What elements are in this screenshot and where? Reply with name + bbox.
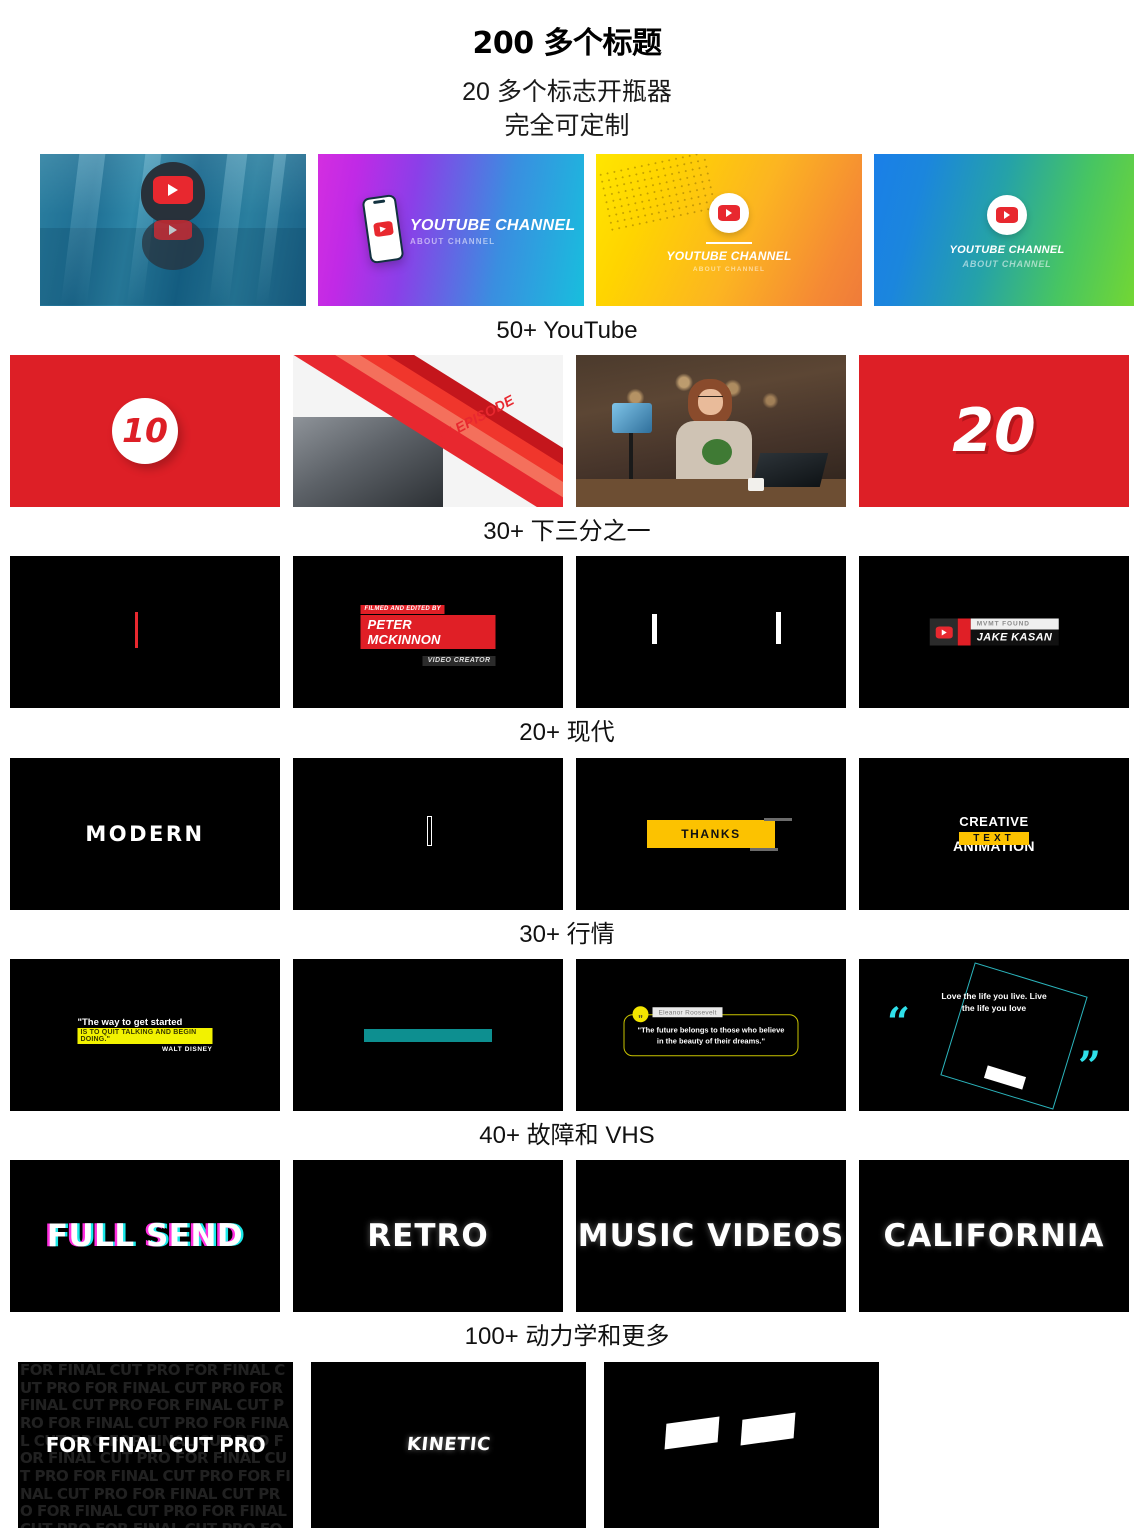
white-bar-left xyxy=(652,614,657,645)
glitch-vhs-row: FULL SEND RETRO MUSIC VIDEOS CALIFORNIA xyxy=(0,1160,1134,1313)
coffee-cup xyxy=(748,477,764,491)
rotated-frame xyxy=(940,962,1088,1110)
thumb-teal-bar[interactable] xyxy=(293,959,563,1112)
section-heading-lower-thirds: 30+ 下三分之一 xyxy=(483,517,651,545)
logo-openers-row: YOUTUBE CHANNEL ABOUT CHANNEL YOUTUBE CH… xyxy=(0,153,1134,306)
thumb-badge-channel-yellow[interactable]: YOUTUBE CHANNEL ABOUT CHANNEL xyxy=(596,153,862,306)
thin-bar xyxy=(427,815,432,846)
promo-page: 200 多个标题 20 多个标志开瓶器 完全可定制 YOUTUBE CHANNE… xyxy=(0,0,1134,1528)
salad-bowl xyxy=(702,438,732,465)
quote-text: "The future belongs to those who believe… xyxy=(637,1025,785,1046)
lt-role: MVMT FOUND xyxy=(970,618,1059,630)
quote-mark-icon: „ xyxy=(632,1006,649,1023)
close-quote-icon: ” xyxy=(1077,1043,1101,1091)
kinetic-label: KINETIC xyxy=(405,1434,492,1456)
thumb-parallelograms[interactable] xyxy=(604,1361,879,1528)
page-subtitle-line-2: 完全可定制 xyxy=(504,111,630,140)
thumb-peter-mckinnon-lt[interactable]: FILMED AND EDITED BY PETER MCKINNON VIDE… xyxy=(293,556,563,709)
white-bar-right xyxy=(776,612,781,645)
lt-role: VIDEO CREATOR xyxy=(422,655,496,666)
thumb-phone-channel[interactable]: YOUTUBE CHANNEL ABOUT CHANNEL xyxy=(318,153,584,306)
thumb-music-videos-vhs[interactable]: MUSIC VIDEOS xyxy=(576,1160,846,1313)
thumb-thanks-bar[interactable]: THANKS xyxy=(576,757,846,910)
thumb-eleanor-roosevelt-quote[interactable]: „ Eleanor Roosevelt "The future belongs … xyxy=(576,959,846,1112)
lower-thirds-row: FILMED AND EDITED BY PETER MCKINNON VIDE… xyxy=(0,556,1134,709)
count-badge: 10 xyxy=(112,397,178,464)
thumb-thin-bar[interactable] xyxy=(293,757,563,910)
glitch-label: FULL SEND xyxy=(46,1218,244,1255)
lt-eyebrow: FILMED AND EDITED BY xyxy=(360,604,445,614)
channel-subtitle: ABOUT CHANNEL xyxy=(962,258,1052,269)
vlogger-glasses xyxy=(698,395,723,401)
thumb-modern-word[interactable]: MODERN xyxy=(10,757,280,910)
quote-text: Love the life you live. Live the life yo… xyxy=(941,991,1047,1013)
vhs-label: MUSIC VIDEOS xyxy=(577,1218,845,1255)
thumb-love-the-life-quote[interactable]: Love the life you live. Live the life yo… xyxy=(859,959,1129,1112)
youtube-play-icon xyxy=(372,220,394,237)
youtube-row: 10 XT EPISODE 20 xyxy=(0,354,1134,507)
thumb-next-episode[interactable]: XT EPISODE xyxy=(293,354,563,507)
channel-subtitle: ABOUT CHANNEL xyxy=(410,236,496,246)
red-line xyxy=(135,612,138,649)
lt-name: JAKE KASAN xyxy=(970,629,1059,646)
thumb-vlogger-cafe[interactable] xyxy=(576,354,846,507)
open-quote-icon: “ xyxy=(887,999,911,1047)
channel-title: YOUTUBE CHANNEL xyxy=(666,248,792,263)
thumb-red-line-lt[interactable] xyxy=(10,556,280,709)
vhs-label: CALIFORNIA xyxy=(883,1218,1105,1255)
teal-bar xyxy=(364,1028,492,1042)
quote-author: WALT DISNEY xyxy=(161,1046,213,1054)
vlogger-face xyxy=(698,388,723,415)
thumb-california-vhs[interactable]: CALIFORNIA xyxy=(859,1160,1129,1313)
youtube-badge-icon xyxy=(709,192,749,233)
count-number: 20 xyxy=(952,395,1036,466)
page-subtitle-line-1: 20 多个标志开瓶器 xyxy=(462,78,672,106)
thumb-count-10[interactable]: 10 xyxy=(10,354,280,507)
camera-screen xyxy=(612,402,652,433)
channel-subtitle: ABOUT CHANNEL xyxy=(692,265,766,273)
quotes-row: "The way to get started IS TO QUIT TALKI… xyxy=(0,959,1134,1112)
thumb-retro-vhs[interactable]: RETRO xyxy=(293,1160,563,1313)
quote-line-2: IS TO QUIT TALKING AND BEGIN DOING." xyxy=(77,1028,213,1045)
thumb-jake-kasan-lt[interactable]: MVMT FOUND JAKE KASAN xyxy=(859,556,1129,709)
youtube-play-icon-reflection xyxy=(154,219,192,240)
section-heading-glitch-vhs: 40+ 故障和 VHS xyxy=(479,1122,655,1150)
thumb-underwater-logo[interactable] xyxy=(40,153,306,306)
channel-title: YOUTUBE CHANNEL xyxy=(949,243,1065,256)
vhs-label: RETRO xyxy=(367,1218,489,1255)
modern-row: MODERN THANKS CREATIVE TEXT ANIMATION xyxy=(0,757,1134,910)
thumb-walt-disney-quote[interactable]: "The way to get started IS TO QUIT TALKI… xyxy=(10,959,280,1112)
parallelogram-left xyxy=(664,1416,720,1450)
youtube-play-icon xyxy=(153,175,193,204)
youtube-play-icon xyxy=(929,618,958,646)
youtube-badge-icon xyxy=(987,194,1027,235)
quote-line-1: "The way to get started xyxy=(77,1017,183,1029)
fcp-label: FOR FINAL CUT PRO xyxy=(45,1432,266,1457)
channel-title: YOUTUBE CHANNEL xyxy=(410,216,576,234)
thumb-kinetic-word[interactable]: KINETIC xyxy=(311,1361,586,1528)
section-heading-youtube: 50+ YouTube xyxy=(496,316,638,344)
kinetic-row: FOR FINAL CUT PRO FOR FINAL CUT PRO FOR … xyxy=(0,1361,1134,1528)
thumb-white-bars-lt[interactable] xyxy=(576,556,846,709)
thumb-badge-channel-green[interactable]: YOUTUBE CHANNEL ABOUT CHANNEL xyxy=(874,153,1134,306)
parallelogram-right xyxy=(740,1412,796,1446)
quote-author: Eleanor Roosevelt xyxy=(652,1007,723,1018)
section-heading-modern: 20+ 现代 xyxy=(519,719,615,747)
lt-name: PETER MCKINNON xyxy=(360,615,496,650)
creative-line-2: TEXT xyxy=(959,831,1029,845)
thumb-count-20[interactable]: 20 xyxy=(859,354,1129,507)
phone-mockup xyxy=(361,193,405,264)
section-heading-kinetic: 100+ 动力学和更多 xyxy=(464,1323,670,1351)
thumb-creative-text-animation[interactable]: CREATIVE TEXT ANIMATION xyxy=(859,757,1129,910)
section-heading-quotes: 30+ 行情 xyxy=(519,920,615,948)
page-subtitle: 20 多个标志开瓶器 完全可定制 xyxy=(0,76,1134,144)
modern-label: MODERN xyxy=(85,821,205,846)
creative-line-1: CREATIVE xyxy=(959,813,1029,829)
thanks-label: THANKS xyxy=(647,819,775,848)
page-title: 200 多个标题 xyxy=(472,26,662,61)
thumb-full-send-glitch[interactable]: FULL SEND xyxy=(10,1160,280,1313)
thumb-for-final-cut-pro[interactable]: FOR FINAL CUT PRO FOR FINAL CUT PRO FOR … xyxy=(18,1361,293,1528)
